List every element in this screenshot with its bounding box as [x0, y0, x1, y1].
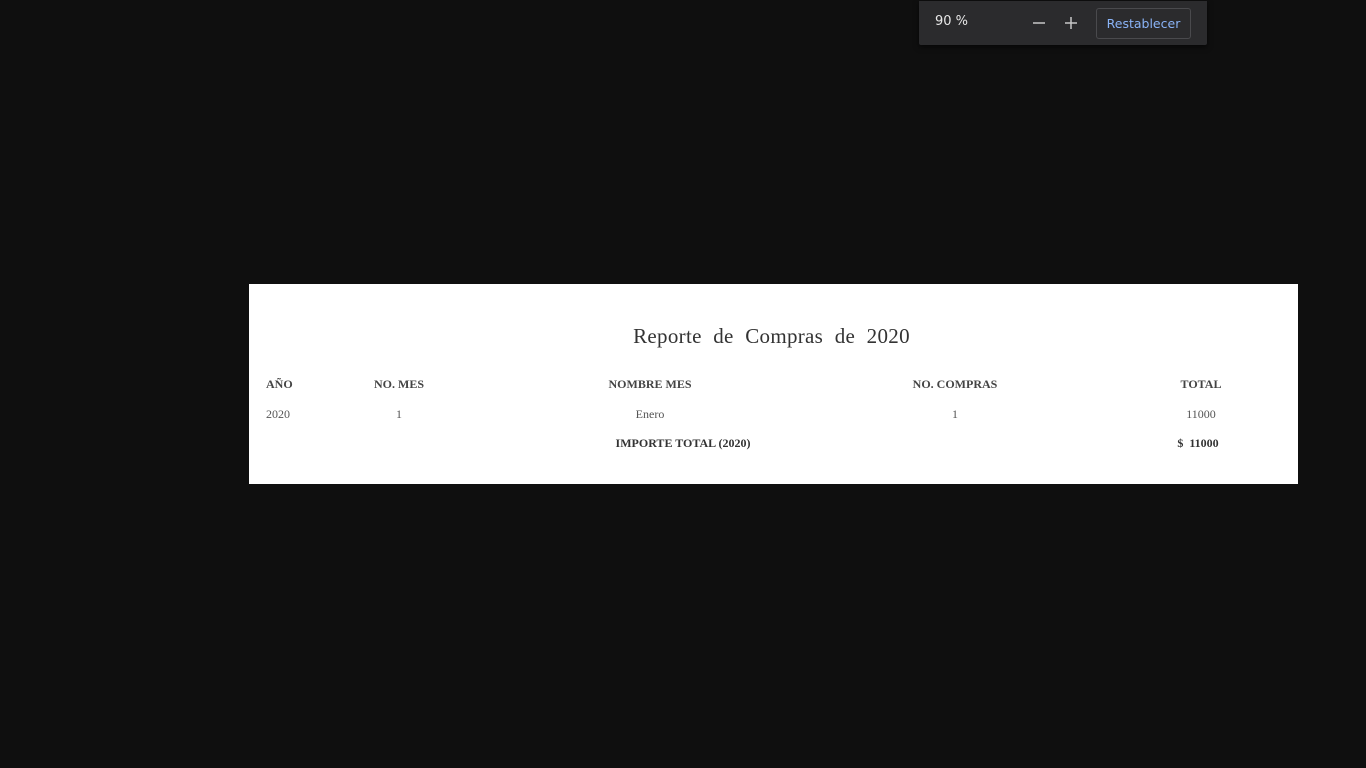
zoom-level-label: 90 %	[935, 14, 969, 29]
cell-anio: 2020	[266, 407, 290, 421]
report-page: Reporte de Compras de 2020 AÑO NO. MES N…	[249, 284, 1298, 484]
zoom-toolbar: 90 % Restablecer	[919, 1, 1207, 45]
zoom-out-button[interactable]	[1027, 11, 1051, 35]
minus-icon	[1033, 22, 1045, 24]
report-title: Reporte de Compras de 2020	[633, 324, 910, 348]
header-anio: AÑO	[266, 377, 293, 391]
plus-icon	[1065, 17, 1077, 29]
zoom-in-button[interactable]	[1059, 11, 1083, 35]
reset-zoom-button[interactable]: Restablecer	[1096, 8, 1191, 39]
